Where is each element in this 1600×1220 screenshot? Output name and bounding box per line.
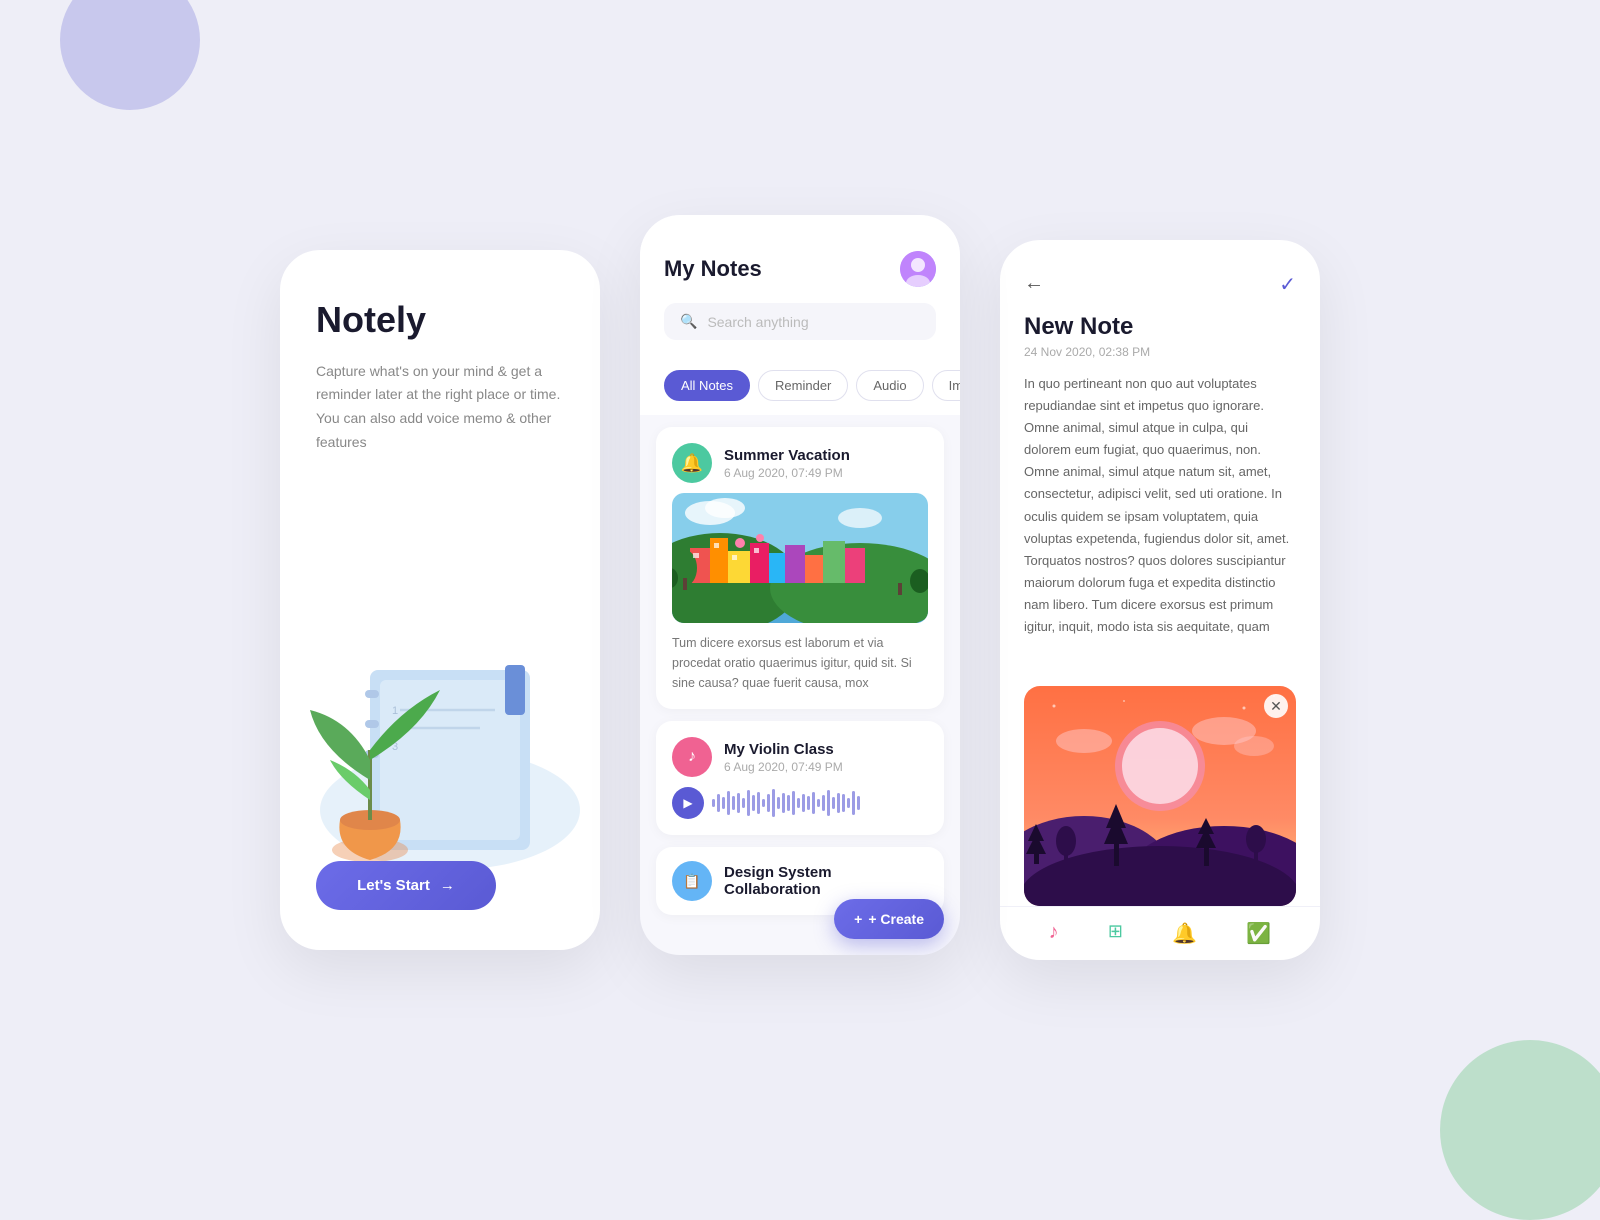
play-button[interactable]: ▶ [672,787,704,819]
app-title: Notely [316,300,564,340]
note-meta-summer: Summer Vacation 6 Aug 2020, 07:49 PM [724,447,850,480]
notes-title-row: My Notes [664,251,936,287]
search-placeholder: Search anything [707,314,808,330]
tab-images[interactable]: Images [932,370,960,401]
new-note-header: ← ✓ [1000,240,1320,313]
note-card-summer[interactable]: 🔔 Summer Vacation 6 Aug 2020, 07:49 PM [656,427,944,709]
note-image-summer [672,493,928,623]
close-image-button[interactable]: ✕ [1264,694,1288,718]
phone-notes-list: My Notes 🔍 Search anything All Notes Rem… [640,215,960,955]
tab-audio[interactable]: Audio [856,370,923,401]
note-date-summer: 6 Aug 2020, 07:49 PM [724,466,850,480]
search-bar[interactable]: 🔍 Search anything [664,303,936,340]
note-header-violin: ♪ My Violin Class 6 Aug 2020, 07:49 PM [672,737,928,777]
tab-all-notes[interactable]: All Notes [664,370,750,401]
lets-start-arrow: → [440,877,455,894]
plant-illustration [290,650,470,870]
note-title-violin: My Violin Class [724,741,843,758]
note-header-summer: 🔔 Summer Vacation 6 Aug 2020, 07:49 PM [672,443,928,483]
new-note-body: In quo pertineant non quo aut voluptates… [1024,373,1296,658]
note-meta-violin: My Violin Class 6 Aug 2020, 07:49 PM [724,741,843,774]
new-note-title: New Note [1024,313,1296,341]
app-description: Capture what's on your mind & get a remi… [316,360,564,455]
new-note-content: New Note 24 Nov 2020, 02:38 PM In quo pe… [1000,313,1320,674]
phone-new-note: ← ✓ New Note 24 Nov 2020, 02:38 PM In qu… [1000,240,1320,960]
waveform-visualization [712,789,928,817]
audio-waveform: ▶ [672,787,928,819]
note-image-sunset: ✕ [1024,686,1296,906]
filter-tabs: All Notes Reminder Audio Images [640,356,960,415]
note-icon-design: 📋 [672,861,712,901]
note-icon-summer: 🔔 [672,443,712,483]
nav-bell-icon[interactable]: 🔔 [1172,921,1197,946]
notes-list: 🔔 Summer Vacation 6 Aug 2020, 07:49 PM [640,415,960,955]
summer-vacation-image [672,493,928,623]
nav-image-icon[interactable]: ⊞ [1108,921,1123,946]
user-avatar[interactable] [900,251,936,287]
notes-screen-title: My Notes [664,256,762,282]
note-excerpt-summer: Tum dicere exorsus est laborum et via pr… [672,633,928,693]
create-label: + Create [868,911,924,927]
note-icon-violin: ♪ [672,737,712,777]
phones-container: Notely Capture what's on your mind & get… [0,0,1600,1200]
search-icon: 🔍 [680,313,697,330]
note-card-violin[interactable]: ♪ My Violin Class 6 Aug 2020, 07:49 PM ▶ [656,721,944,835]
phone1-bottom: Let's Start → [316,851,564,910]
nav-check-icon[interactable]: ✅ [1246,921,1271,946]
note-title-summer: Summer Vacation [724,447,850,464]
note-title-design: Design System Collaboration [724,864,928,898]
illustration-area: 1 2 3 [280,570,600,870]
create-icon: + [854,911,862,927]
save-check-button[interactable]: ✓ [1279,272,1296,297]
note-meta-design: Design System Collaboration [724,864,928,898]
note-date-violin: 6 Aug 2020, 07:49 PM [724,760,843,774]
sunset-image [1024,686,1296,906]
avatar-image [900,251,936,287]
tab-reminder[interactable]: Reminder [758,370,848,401]
new-note-date: 24 Nov 2020, 02:38 PM [1024,345,1296,359]
create-note-button[interactable]: + + Create [834,899,944,939]
lets-start-button[interactable]: Let's Start → [316,861,496,910]
phone3-nav-bar: ♪ ⊞ 🔔 ✅ [1000,906,1320,960]
back-button[interactable]: ← [1024,272,1044,295]
nav-music-icon[interactable]: ♪ [1049,921,1059,946]
lets-start-label: Let's Start [357,877,430,894]
notes-header: My Notes 🔍 Search anything [640,215,960,356]
phone-onboarding: Notely Capture what's on your mind & get… [280,250,600,950]
